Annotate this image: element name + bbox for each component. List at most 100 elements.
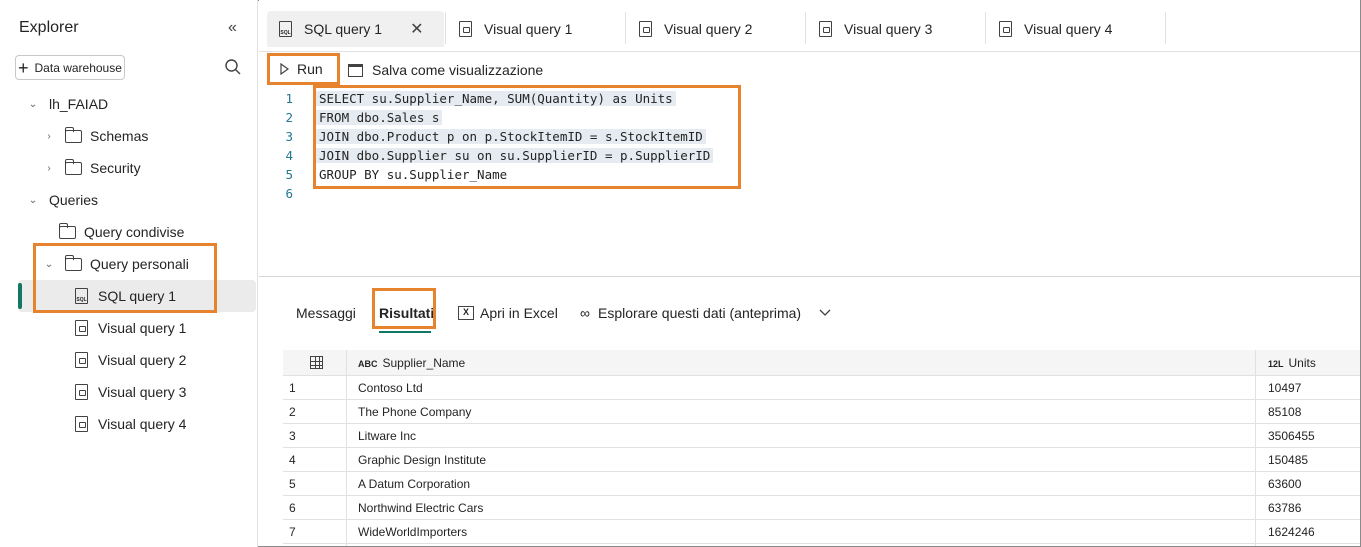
table-row: 1 Contoso Ltd 10497 [283,376,1360,400]
tab-label: Visual query 1 [484,21,573,37]
row-number: 1 [289,381,296,395]
visual-query-icon [999,21,1012,37]
chevron-down-icon[interactable] [819,309,831,317]
selection-indicator [18,283,22,309]
visual-query-icon [75,384,88,400]
tab-label: SQL query 1 [304,21,383,37]
grid-header: ABC Supplier_Name 12L Units [283,350,1360,376]
shared-queries-label: Query condivise [84,224,185,240]
open-excel-label: Apri in Excel [480,305,558,321]
close-icon[interactable]: ✕ [410,19,423,39]
save-as-view-label: Salva come visualizzazione [372,62,544,78]
row-number: 2 [289,405,296,419]
cell-supplier-name[interactable]: Northwind Electric Cars [358,496,483,520]
tree-schemas[interactable]: › Schemas [43,120,148,152]
tab-divider [445,12,446,44]
plus-icon: + [18,57,29,78]
tree-item-visual-query-2[interactable]: Visual query 2 [75,344,186,376]
tree-item-label: Visual query 1 [98,320,187,336]
active-tab-underline [379,331,431,333]
excel-icon: X [458,306,474,320]
grid-icon[interactable] [310,356,323,369]
line-number: 4 [285,148,293,163]
cell-units[interactable]: 85108 [1268,400,1301,424]
cell-units[interactable]: 63600 [1268,472,1301,496]
tab-divider [625,12,626,44]
collapse-icon[interactable]: « [228,19,237,37]
tab-divider [1165,12,1166,44]
tree-item-visual-query-1[interactable]: Visual query 1 [75,312,186,344]
cell-units[interactable]: 63786 [1268,496,1301,520]
tab-divider [805,12,806,44]
cell-units[interactable]: 150485 [1268,448,1308,472]
column-name: Supplier_Name [382,356,466,370]
tree-item-visual-query-3[interactable]: Visual query 3 [75,376,186,408]
row-number: 3 [289,429,296,443]
line-number: 1 [285,91,293,106]
column-name: Units [1288,356,1316,370]
cell-units[interactable]: 1624246 [1268,520,1315,544]
tab-divider [985,12,986,44]
data-warehouse-button[interactable]: + Data warehouse [15,55,125,80]
column-header-supplier-name[interactable]: ABC Supplier_Name [358,350,465,376]
cell-supplier-name[interactable]: WideWorldImporters [358,520,467,544]
tree-security[interactable]: › Security [43,152,141,184]
tab-sql-query-1[interactable]: SQL SQL query 1 ✕ [267,11,444,47]
tab-messages[interactable]: Messaggi [296,305,356,321]
security-label: Security [90,160,141,176]
chevron-right-icon: › [47,162,51,174]
folder-icon [64,158,82,175]
tab-visual-query-4[interactable]: Visual query 4 [999,11,1112,47]
schemas-label: Schemas [90,128,149,144]
chevron-right-icon: › [47,130,51,142]
cell-units[interactable]: 3506455 [1268,424,1315,448]
line-number: 5 [285,167,293,182]
highlight-box [313,85,741,189]
cell-supplier-name[interactable]: Litware Inc [358,424,416,448]
column-type-label: ABC [358,359,378,369]
sql-file-icon: SQL [279,21,292,37]
cell-supplier-name[interactable]: Graphic Design Institute [358,448,486,472]
tree-item-label: Visual query 2 [98,352,187,368]
tab-visual-query-1[interactable]: Visual query 1 [459,11,572,47]
search-icon[interactable] [224,58,242,76]
tree-item-label: Visual query 3 [98,384,187,400]
line-number: 3 [285,129,293,144]
table-row: 5 A Datum Corporation 63600 [283,472,1360,496]
row-number: 4 [289,453,296,467]
folder-icon [64,126,82,143]
open-in-excel-button[interactable]: X Apri in Excel [458,305,558,321]
column-type-label: 12L [1268,359,1284,369]
editor-tab-bar: SQL SQL query 1 ✕ Visual query 1 Visual … [259,0,1360,52]
explore-label: Esplorare questi dati (anteprima) [597,305,802,321]
tab-visual-query-3[interactable]: Visual query 3 [819,11,932,47]
highlight-box [33,243,217,313]
tree-item-label: Visual query 4 [98,416,187,432]
tab-label: Visual query 2 [664,21,753,37]
chevron-down-icon: ⌄ [28,98,38,110]
save-as-view-button[interactable]: Salva come visualizzazione [348,62,543,78]
table-row: 6 Northwind Electric Cars 63786 [283,496,1360,520]
tree-item-visual-query-4[interactable]: Visual query 4 [75,408,186,440]
explore-data-button[interactable]: ∞ Esplorare questi dati (anteprima) [580,305,831,321]
tree-warehouse[interactable]: ⌄ lh_FAIAD [27,88,108,120]
row-number: 6 [289,501,296,515]
table-row: 4 Graphic Design Institute 150485 [283,448,1360,472]
tab-label: Visual query 4 [1024,21,1113,37]
cell-supplier-name[interactable]: Contoso Ltd [358,376,423,400]
explorer-panel: Explorer « + Data warehouse ⌄ lh_FAIAD ›… [0,0,258,547]
line-number: 6 [285,186,293,201]
binoculars-icon: ∞ [580,305,590,321]
tree-queries[interactable]: ⌄ Queries [27,184,98,216]
table-row: 3 Litware Inc 3506455 [283,424,1360,448]
column-header-units[interactable]: 12L Units [1268,350,1316,376]
cell-supplier-name[interactable]: A Datum Corporation [358,472,470,496]
row-number: 5 [289,477,296,491]
cell-units[interactable]: 10497 [1268,376,1301,400]
cell-supplier-name[interactable]: The Phone Company [358,400,471,424]
editor-results-divider[interactable] [259,276,1360,277]
tab-label: Visual query 3 [844,21,933,37]
tab-visual-query-2[interactable]: Visual query 2 [639,11,752,47]
data-warehouse-label: Data warehouse [34,60,122,75]
explorer-title: Explorer [19,19,79,36]
